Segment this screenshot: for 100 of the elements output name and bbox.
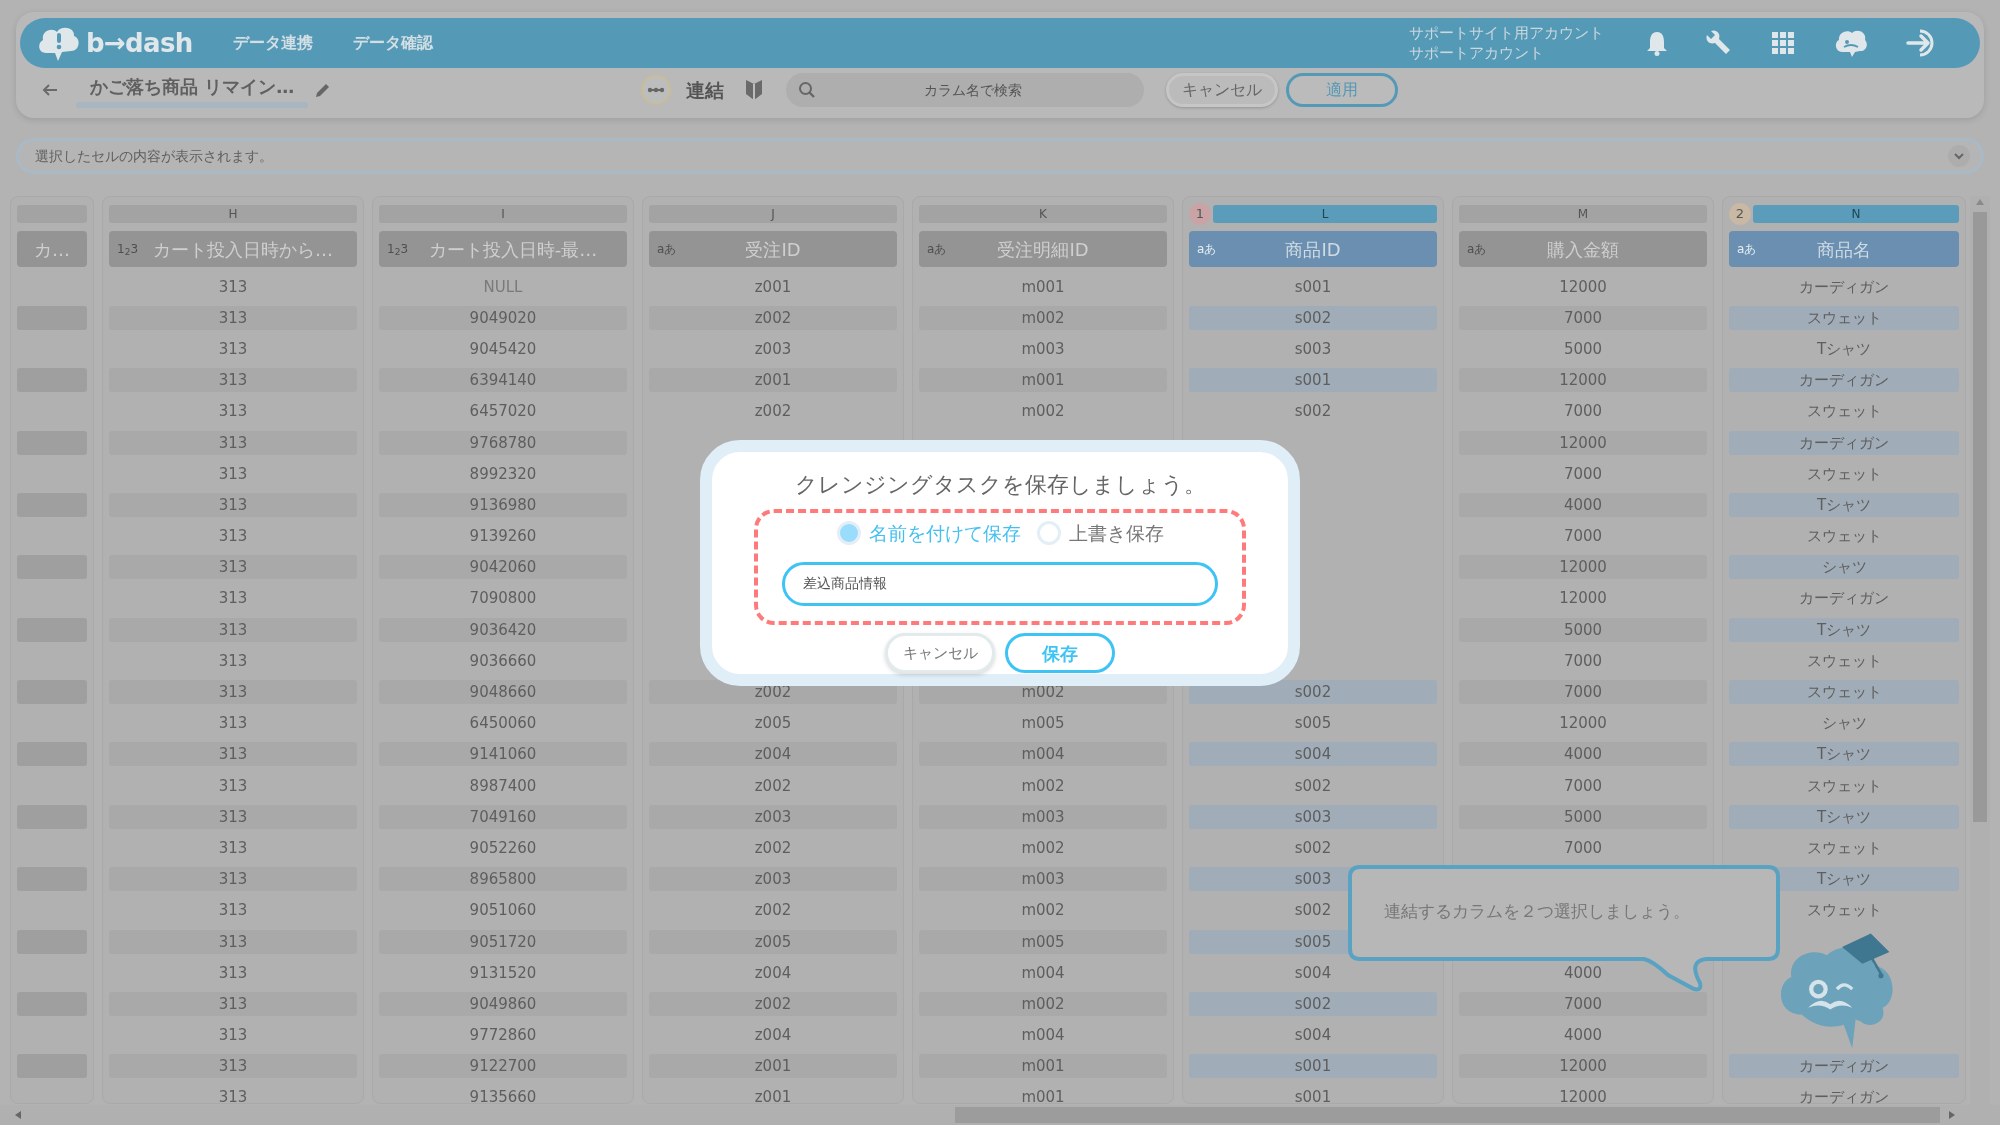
table-cell[interactable]: s001 — [1189, 1085, 1437, 1104]
table-cell[interactable]: 313 — [109, 898, 357, 923]
table-cell[interactable]: m004 — [919, 742, 1167, 767]
column-letter[interactable]: N — [1753, 205, 1959, 223]
table-cell[interactable]: 313 — [109, 742, 357, 767]
table-cell[interactable]: Tシャツ — [1729, 336, 1959, 361]
table-cell[interactable]: 7049160 — [379, 804, 627, 829]
back-arrow-icon[interactable] — [42, 83, 58, 97]
table-cell[interactable]: 8965800 — [379, 867, 627, 892]
table-cell[interactable]: s002 — [1189, 680, 1437, 705]
table-cell[interactable]: 5000 — [1459, 617, 1707, 642]
table-cell[interactable]: z001 — [649, 274, 897, 299]
table-cell[interactable]: 12000 — [1459, 368, 1707, 393]
table-cell[interactable]: 313 — [109, 524, 357, 549]
column-header[interactable]: aあ 商品名 — [1729, 231, 1959, 267]
nav-link[interactable]: データ連携 — [232, 31, 313, 55]
table-cell[interactable]: 6457020 — [379, 399, 627, 424]
table-cell[interactable]: 9139260 — [379, 524, 627, 549]
table-cell[interactable]: 5000 — [1459, 336, 1707, 361]
table-cell[interactable]: 7000 — [1459, 461, 1707, 486]
column-header[interactable]: 1$_{2}$3 カート投入日時から… — [109, 231, 357, 267]
table-cell[interactable]: m003 — [919, 804, 1167, 829]
table-cell[interactable]: z002 — [649, 399, 897, 424]
table-cell[interactable]: 7000 — [1459, 524, 1707, 549]
table-cell[interactable]: 313 — [109, 586, 357, 611]
table-cell[interactable]: s002 — [1189, 305, 1437, 330]
table-cell[interactable]: s002 — [1189, 991, 1437, 1016]
table-cell[interactable]: 4000 — [1459, 742, 1707, 767]
table-cell[interactable]: s001 — [1189, 274, 1437, 299]
table-cell[interactable]: カーディガン — [1729, 1054, 1959, 1079]
table-cell[interactable]: 9051060 — [379, 898, 627, 923]
table-cell[interactable]: m003 — [919, 867, 1167, 892]
table-cell[interactable]: z002 — [649, 835, 897, 860]
column-letter[interactable]: K — [919, 205, 1167, 223]
table-cell[interactable]: m002 — [919, 773, 1167, 798]
table-cell[interactable]: m003 — [919, 336, 1167, 361]
table-cell[interactable]: s001 — [1189, 1054, 1437, 1079]
table-cell[interactable]: Tシャツ — [1729, 617, 1959, 642]
table-cell[interactable]: m002 — [919, 399, 1167, 424]
table-cell[interactable]: s005 — [1189, 711, 1437, 736]
table-cell[interactable]: 313 — [109, 1054, 357, 1079]
table-cell[interactable]: 9052260 — [379, 835, 627, 860]
table-cell[interactable]: 313 — [109, 617, 357, 642]
table-cell[interactable]: z003 — [649, 336, 897, 361]
table-cell[interactable]: 313 — [109, 1023, 357, 1048]
table-cell[interactable]: 9036420 — [379, 617, 627, 642]
table-cell[interactable]: 313 — [109, 773, 357, 798]
radio-button[interactable] — [1036, 521, 1061, 546]
table-cell[interactable]: 7090800 — [379, 586, 627, 611]
table-cell[interactable]: z002 — [649, 773, 897, 798]
column-header[interactable]: aあ 受注明細ID — [919, 231, 1167, 267]
table-cell[interactable]: 313 — [109, 835, 357, 860]
table-cell[interactable]: z001 — [649, 368, 897, 393]
table-cell[interactable]: s002 — [1189, 835, 1437, 860]
table-cell[interactable]: 7000 — [1459, 305, 1707, 330]
table-cell[interactable]: z001 — [649, 1085, 897, 1104]
table-cell[interactable]: 313 — [109, 648, 357, 673]
apps-grid-icon[interactable] — [1772, 32, 1794, 54]
table-cell[interactable]: z002 — [649, 898, 897, 923]
table-cell[interactable]: 313 — [109, 804, 357, 829]
column-letter[interactable]: L — [1213, 205, 1437, 223]
table-cell[interactable]: スウェット — [1729, 524, 1959, 549]
table-cell[interactable]: 8987400 — [379, 773, 627, 798]
radio-option[interactable]: 上書き保存 — [1036, 519, 1164, 548]
table-cell[interactable]: 313 — [109, 711, 357, 736]
table-cell[interactable]: 9772860 — [379, 1023, 627, 1048]
table-cell[interactable]: 12000 — [1459, 430, 1707, 455]
table-cell[interactable]: z003 — [649, 804, 897, 829]
table-cell[interactable]: m004 — [919, 960, 1167, 985]
table-cell[interactable]: スウェット — [1729, 648, 1959, 673]
table-cell[interactable]: 12000 — [1459, 555, 1707, 580]
table-cell[interactable]: 9045420 — [379, 336, 627, 361]
table-cell[interactable]: s004 — [1189, 960, 1437, 985]
table-cell[interactable]: スウェット — [1729, 835, 1959, 860]
table-cell[interactable]: 9131520 — [379, 960, 627, 985]
scroll-left-icon[interactable] — [14, 1110, 22, 1120]
table-cell[interactable]: 313 — [109, 929, 357, 954]
table-cell[interactable]: z005 — [649, 929, 897, 954]
table-cell[interactable]: s002 — [1189, 399, 1437, 424]
table-cell[interactable]: m001 — [919, 368, 1167, 393]
table-cell[interactable]: 313 — [109, 305, 357, 330]
table-cell[interactable]: m005 — [919, 929, 1167, 954]
task-name-field[interactable]: 差込商品情報 — [782, 561, 1218, 606]
table-cell[interactable]: シャツ — [1729, 711, 1959, 736]
table-cell[interactable]: 313 — [109, 274, 357, 299]
mascot-icon[interactable] — [1834, 28, 1868, 58]
search-field[interactable]: カラム名で検索 — [786, 73, 1144, 107]
table-cell[interactable]: s002 — [1189, 773, 1437, 798]
table-cell[interactable]: 7000 — [1459, 835, 1707, 860]
table-cell[interactable]: 12000 — [1459, 711, 1707, 736]
table-cell[interactable]: 4000 — [1459, 960, 1707, 985]
table-cell[interactable]: Tシャツ — [1729, 742, 1959, 767]
table-cell[interactable]: m004 — [919, 1023, 1167, 1048]
table-cell[interactable]: 7000 — [1459, 680, 1707, 705]
table-cell[interactable]: スウェット — [1729, 461, 1959, 486]
table-cell[interactable]: 9036660 — [379, 648, 627, 673]
column-header[interactable]: aあ 受注ID — [649, 231, 897, 267]
column-header[interactable]: aあ 商品ID — [1189, 231, 1437, 267]
table-cell[interactable]: 9141060 — [379, 742, 627, 767]
table-cell[interactable]: 9122700 — [379, 1054, 627, 1079]
